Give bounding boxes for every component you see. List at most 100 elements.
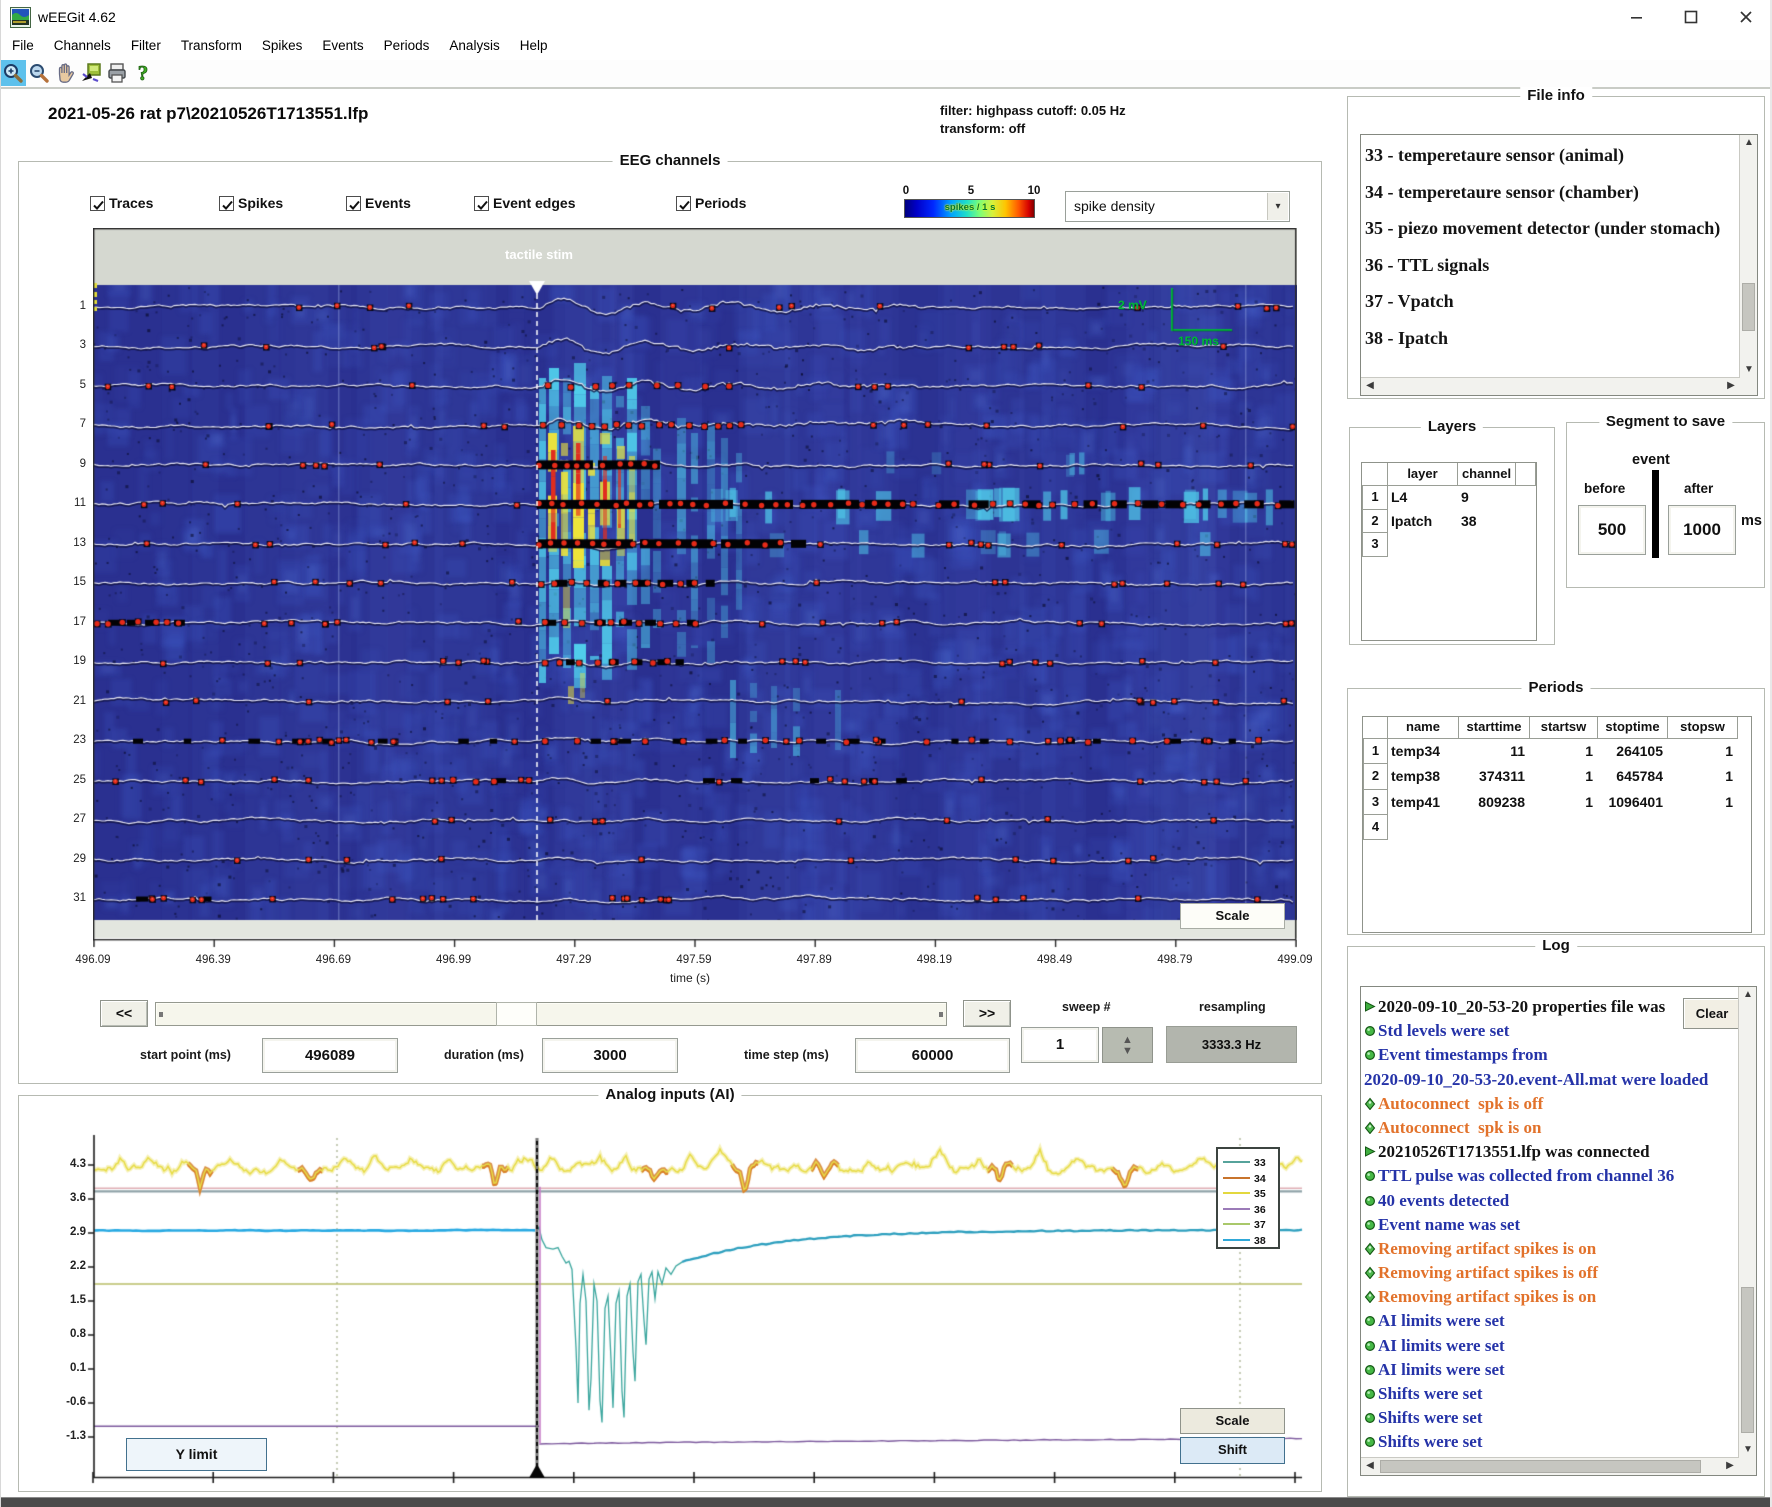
- segment-after-input[interactable]: 1000: [1668, 505, 1736, 555]
- layers-cell[interactable]: 9: [1458, 486, 1516, 510]
- scrollbar-left-arrow[interactable]: [159, 1012, 163, 1017]
- ai-shift-button[interactable]: Shift: [1180, 1437, 1285, 1464]
- layers-row-3[interactable]: 3: [1362, 533, 1536, 557]
- layers-cell[interactable]: 3: [1362, 533, 1388, 557]
- segment-before-input[interactable]: 500: [1578, 505, 1646, 555]
- log-entry[interactable]: 40 events detected: [1364, 1191, 1724, 1215]
- periods-cell[interactable]: 1: [1363, 739, 1388, 764]
- time-scrollbar[interactable]: [155, 1002, 947, 1026]
- layers-cell[interactable]: L4: [1388, 486, 1458, 510]
- chevron-down-icon[interactable]: ▾: [1267, 193, 1288, 220]
- periods-cell[interactable]: [1530, 815, 1598, 840]
- layers-cell[interactable]: 2: [1362, 510, 1388, 534]
- periods-cell[interactable]: 3: [1363, 790, 1388, 815]
- log-clear-button[interactable]: Clear: [1683, 998, 1741, 1029]
- menu-help[interactable]: Help: [510, 34, 558, 53]
- scroll-down-icon[interactable]: ▼: [1740, 362, 1758, 378]
- checkbox-traces[interactable]: Traces: [90, 195, 153, 213]
- log-entry[interactable]: Shifts were set: [1364, 1408, 1724, 1432]
- layers-cell[interactable]: 38: [1458, 510, 1516, 534]
- scrollbar-thumb[interactable]: [1742, 283, 1755, 331]
- scroll-right-icon[interactable]: ▶: [1722, 378, 1740, 394]
- minimize-button[interactable]: [1628, 8, 1646, 26]
- log-entry[interactable]: Event name was set: [1364, 1215, 1724, 1239]
- menu-filter[interactable]: Filter: [121, 34, 171, 53]
- periods-cell[interactable]: 1: [1530, 764, 1598, 789]
- page-back-button[interactable]: <<: [100, 1000, 148, 1027]
- checkbox-box[interactable]: [676, 196, 691, 211]
- scrollbar-thumb[interactable]: [1380, 1460, 1701, 1473]
- file-info-listbox[interactable]: 33 - temperetaure sensor (animal)34 - te…: [1360, 134, 1758, 396]
- log-entry[interactable]: 20210526T1713551.lfp was connected: [1364, 1142, 1724, 1166]
- layers-cell[interactable]: [1388, 533, 1458, 557]
- periods-cell[interactable]: [1459, 815, 1530, 840]
- menu-analysis[interactable]: Analysis: [439, 34, 509, 53]
- layers-row-2[interactable]: 2Ipatch38: [1362, 510, 1536, 534]
- periods-cell[interactable]: 1: [1530, 739, 1598, 764]
- periods-cell[interactable]: temp34: [1388, 739, 1459, 764]
- zoom-in-icon[interactable]: [0, 60, 26, 86]
- checkbox-box[interactable]: [90, 196, 105, 211]
- checkbox-periods[interactable]: Periods: [676, 195, 746, 213]
- log-entry[interactable]: Removing artifact spikes is on: [1364, 1287, 1724, 1311]
- checkbox-box[interactable]: [346, 196, 361, 211]
- duration-input[interactable]: 3000: [542, 1038, 678, 1073]
- analog-inputs-plot[interactable]: [80, 1130, 1310, 1490]
- periods-cell[interactable]: temp38: [1388, 764, 1459, 789]
- help-icon[interactable]: ?: [130, 60, 156, 86]
- periods-cell[interactable]: 1: [1530, 790, 1598, 815]
- file-info-hscrollbar[interactable]: ◀ ▶: [1361, 377, 1740, 395]
- layers-cell[interactable]: [1516, 510, 1536, 534]
- log-entry[interactable]: AI limits were set: [1364, 1336, 1724, 1360]
- periods-row-2[interactable]: 2temp3837431116457841: [1363, 764, 1738, 789]
- checkbox-box[interactable]: [474, 196, 489, 211]
- scrollbar-right-arrow[interactable]: [939, 1012, 943, 1017]
- periods-table[interactable]: namestarttimestartswstoptimestopsw1temp3…: [1362, 716, 1752, 933]
- log-entry[interactable]: 2020-09-10_20-53-20.event-All.mat were l…: [1364, 1070, 1724, 1094]
- ai-scale-button[interactable]: Scale: [1180, 1408, 1285, 1434]
- data-cursor-icon[interactable]: [78, 60, 104, 86]
- y-limit-button[interactable]: Y limit: [126, 1438, 267, 1471]
- log-entry[interactable]: Std levels were set: [1364, 1021, 1724, 1045]
- periods-cell[interactable]: 645784: [1598, 764, 1668, 789]
- layers-cell[interactable]: [1516, 533, 1536, 557]
- periods-cell[interactable]: [1598, 815, 1668, 840]
- periods-cell[interactable]: 1: [1668, 739, 1738, 764]
- periods-row-3[interactable]: 3temp41809238110964011: [1363, 790, 1738, 815]
- layers-cell[interactable]: Ipatch: [1388, 510, 1458, 534]
- close-button[interactable]: [1737, 8, 1755, 26]
- spinner-up-icon[interactable]: ▲: [1103, 1035, 1152, 1045]
- periods-cell[interactable]: 1: [1668, 764, 1738, 789]
- scroll-left-icon[interactable]: ◀: [1361, 378, 1379, 394]
- menu-transform[interactable]: Transform: [171, 34, 252, 53]
- log-hscrollbar[interactable]: ◀ ▶: [1361, 1457, 1739, 1475]
- checkbox-events[interactable]: Events: [346, 195, 411, 213]
- periods-cell[interactable]: 1096401: [1598, 790, 1668, 815]
- file-info-item[interactable]: 33 - temperetaure sensor (animal): [1365, 145, 1719, 182]
- sweep-spinner[interactable]: ▲ ▼: [1102, 1027, 1153, 1063]
- checkbox-box[interactable]: [219, 196, 234, 211]
- scroll-down-icon[interactable]: ▼: [1739, 1442, 1757, 1458]
- file-info-item[interactable]: 38 - Ipatch: [1365, 328, 1719, 365]
- layers-cell[interactable]: [1516, 486, 1536, 510]
- page-forward-button[interactable]: >>: [963, 1000, 1011, 1027]
- periods-cell[interactable]: 264105: [1598, 739, 1668, 764]
- periods-cell[interactable]: [1668, 815, 1738, 840]
- file-info-item[interactable]: 35 - piezo movement detector (under stom…: [1365, 218, 1719, 255]
- menu-events[interactable]: Events: [312, 34, 373, 53]
- scroll-up-icon[interactable]: ▲: [1739, 987, 1757, 1003]
- time-step-input[interactable]: 60000: [855, 1038, 1010, 1073]
- log-vscrollbar[interactable]: ▲ ▼: [1738, 987, 1756, 1475]
- pan-icon[interactable]: [52, 60, 78, 86]
- periods-row-4[interactable]: 4: [1363, 815, 1738, 840]
- menu-periods[interactable]: Periods: [374, 34, 440, 53]
- scroll-right-icon[interactable]: ▶: [1721, 1458, 1739, 1474]
- start-point-input[interactable]: 496089: [262, 1038, 398, 1073]
- menu-spikes[interactable]: Spikes: [252, 34, 313, 53]
- periods-cell[interactable]: 11: [1459, 739, 1530, 764]
- periods-row-1[interactable]: 1temp341112641051: [1363, 739, 1738, 764]
- eeg-heatmap-plot[interactable]: [93, 228, 1297, 950]
- layers-cell[interactable]: [1458, 533, 1516, 557]
- scrollbar-thumb[interactable]: [496, 1002, 537, 1026]
- log-entry[interactable]: Removing artifact spikes is on: [1364, 1239, 1724, 1263]
